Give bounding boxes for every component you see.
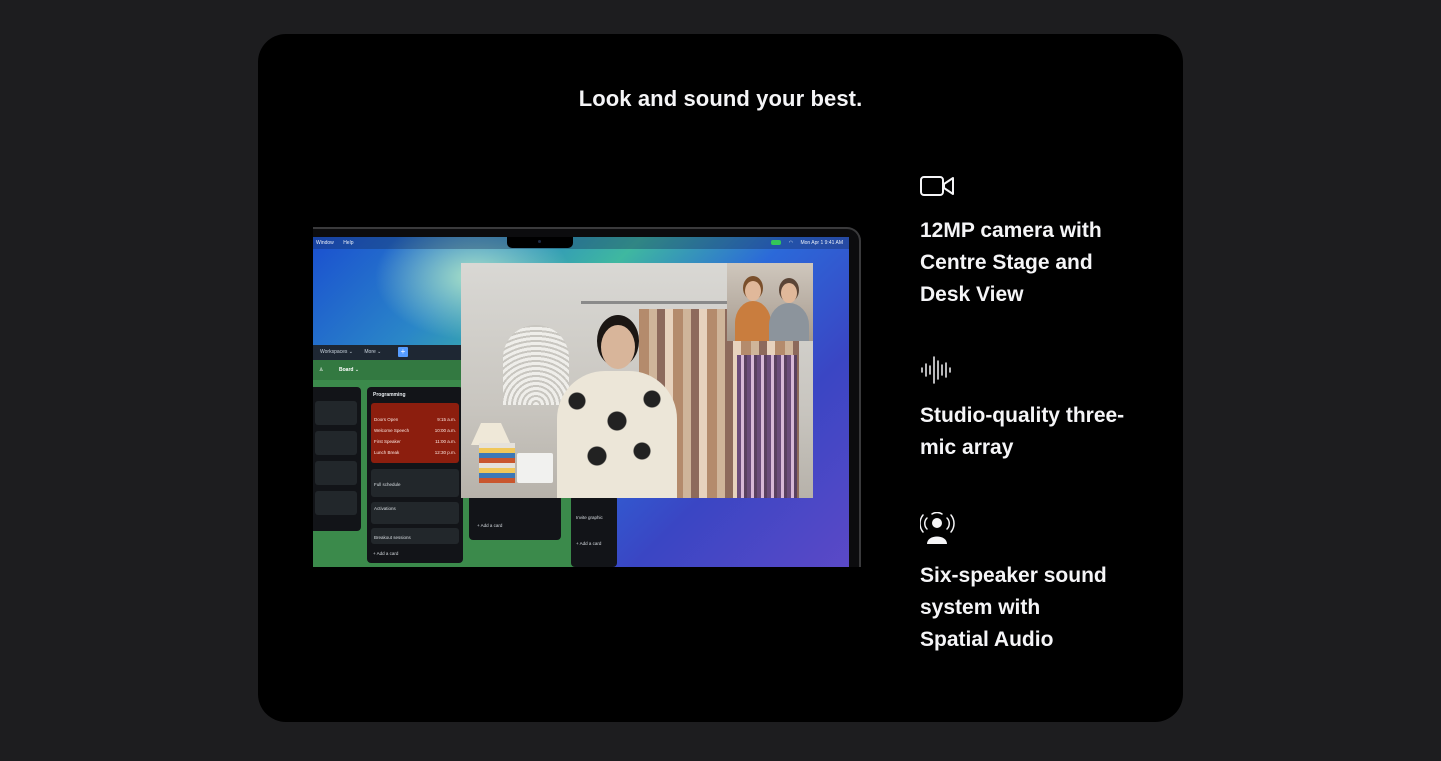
participant-head: [781, 283, 797, 303]
more-menu: More ⌄: [364, 349, 382, 355]
board-view-label: Board ⌄: [339, 367, 360, 373]
picture-in-picture-video: [727, 263, 813, 341]
add-card-link: + Add a card: [373, 551, 399, 556]
card: [315, 491, 357, 515]
menu-item-help: Help: [343, 240, 354, 246]
feature-mic-text: Studio-quality three- mic array: [920, 404, 1125, 459]
laptop-screen: Window Help ◠ Mon Apr 1 9:41 AM Workspac…: [313, 237, 849, 567]
schedule-row: Lunch Break 12:30 p.m.: [374, 450, 456, 455]
spatial-audio-icon: [919, 511, 956, 546]
page: Look and sound your best. Window Help ◠ …: [0, 0, 1441, 761]
laptop-image: Window Help ◠ Mon Apr 1 9:41 AM Workspac…: [313, 227, 861, 567]
add-card-link: + Add a card: [576, 541, 602, 546]
schedule-row: Doors Open 9:15 a.m.: [374, 417, 456, 422]
card: Activations: [371, 502, 459, 524]
clock-text: Mon Apr 1 9:41 AM: [800, 240, 843, 246]
column-title: Programming: [373, 392, 406, 398]
participant: [735, 301, 771, 341]
board-column: + Add a card: [469, 495, 561, 540]
participant: [769, 303, 809, 341]
schedule-card: Doors Open 9:15 a.m. Welcome Speech 10:0…: [371, 403, 459, 463]
schedule-row: First Speaker 11:00 a.m.: [374, 439, 456, 444]
presenter-head: [601, 325, 635, 369]
card-title: Activations: [374, 506, 396, 511]
feature-camera-text: 12MP camera with Centre Stage and Desk V…: [920, 219, 1102, 306]
board-column: Invite graphic + Add a card: [571, 495, 617, 567]
card: Full schedule: [371, 469, 459, 497]
wifi-icon: ◠: [788, 240, 794, 246]
board-icon: ♙: [319, 367, 324, 373]
card: [315, 401, 357, 425]
feature-card: Look and sound your best. Window Help ◠ …: [258, 34, 1183, 722]
card: Breakout sessions: [371, 528, 459, 544]
create-button: +: [398, 347, 408, 357]
feature-speakers-text: Six-speaker sound system with Spatial Au…: [920, 564, 1107, 651]
card-title: Breakout sessions: [374, 535, 411, 540]
workspaces-menu: Workspaces ⌄: [320, 349, 353, 355]
lamp: [471, 423, 511, 445]
schedule-row: Welcome Speech 10:00 a.m.: [374, 428, 456, 433]
card-title: Invite graphic: [576, 515, 603, 520]
sound-wave-icon: [920, 355, 956, 384]
camera-active-icon: [771, 240, 782, 246]
board-column-programming: Programming Doors Open 9:15 a.m. Welcome…: [367, 387, 463, 563]
menu-item-window: Window: [316, 240, 334, 246]
card-title: Full schedule: [374, 482, 401, 487]
card: [315, 461, 357, 485]
card: [315, 431, 357, 455]
printer: [517, 453, 553, 483]
wall-decoration: [503, 325, 569, 405]
section-headline: Look and sound your best.: [578, 86, 863, 111]
video-camera-icon: [920, 174, 956, 200]
participant-head: [745, 281, 761, 301]
menu-bar: Window Help ◠ Mon Apr 1 9:41 AM: [313, 237, 849, 249]
presenter-body: [557, 371, 677, 498]
video-call-window: [461, 263, 813, 498]
board-column: [313, 387, 361, 531]
desk-object: [479, 443, 515, 483]
camera-notch: [507, 237, 573, 248]
striped-garments: [737, 355, 797, 498]
add-card-link: + Add a card: [477, 523, 503, 528]
